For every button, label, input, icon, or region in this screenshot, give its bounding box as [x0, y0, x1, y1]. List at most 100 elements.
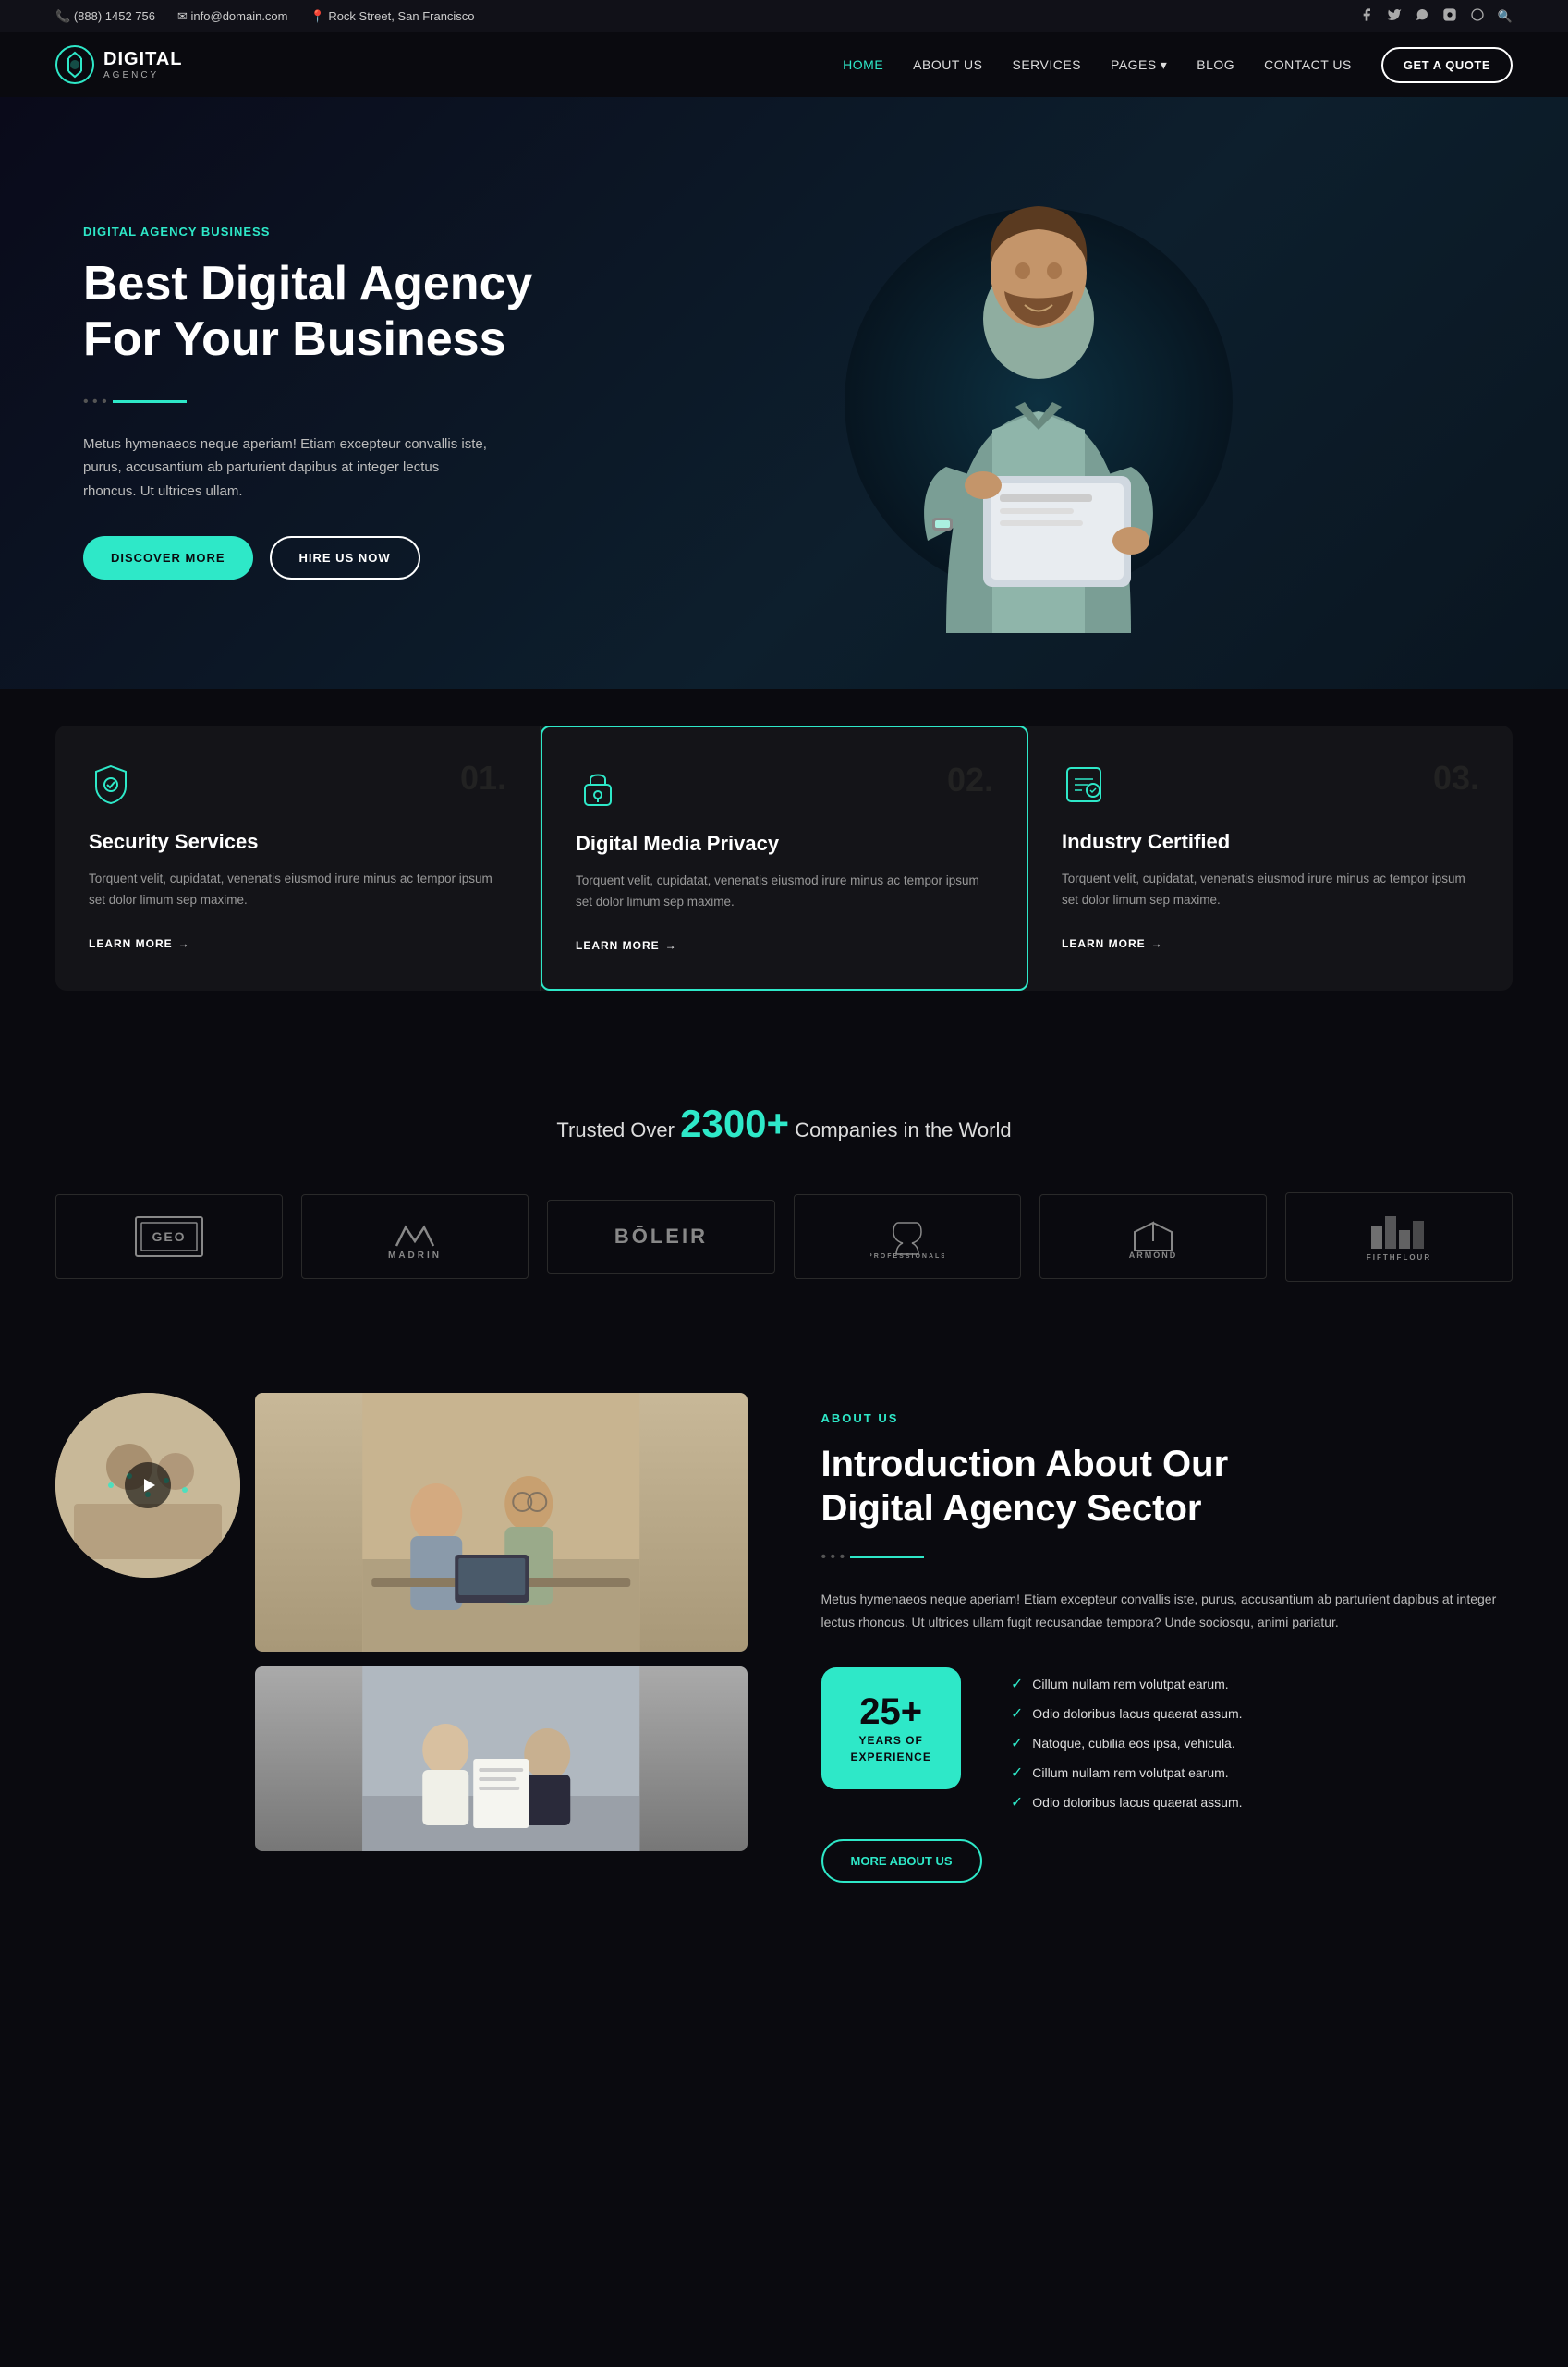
- pinterest-icon[interactable]: [1470, 7, 1485, 25]
- divider-line: [113, 400, 187, 403]
- service-num-2: 02.: [947, 761, 993, 799]
- service-desc-2: Torquent velit, cupidatat, venenatis eiu…: [576, 871, 993, 913]
- top-bar-contact: 📞 (888) 1452 756 ✉ info@domain.com 📍 Roc…: [55, 9, 475, 24]
- service-title-3: Industry Certified: [1062, 830, 1479, 854]
- feature-text-4: Cillum nullam rem volutpat earum.: [1032, 1765, 1228, 1780]
- logo[interactable]: DIGITAL AGENCY: [55, 45, 183, 84]
- feature-4: ✓ Cillum nullam rem volutpat earum.: [1011, 1763, 1243, 1782]
- trusted-title: Trusted Over 2300+ Companies in the Worl…: [55, 1102, 1513, 1146]
- whatsapp-icon[interactable]: [1415, 7, 1429, 25]
- hero-description: Metus hymenaeos neque aperiam! Etiam exc…: [83, 433, 490, 504]
- service-num-1: 01.: [460, 759, 506, 798]
- instagram-icon[interactable]: [1442, 7, 1457, 25]
- service-link-1[interactable]: LEARN MORE →: [89, 937, 506, 950]
- brand-logos: GEO MADRIN BŌLEIR PROFESSIONALS: [55, 1192, 1513, 1282]
- email-icon: ✉: [177, 9, 188, 23]
- nav-pages[interactable]: PAGES ▾: [1111, 57, 1167, 73]
- experience-label-line1: YEARS OF: [859, 1734, 923, 1747]
- nav-blog[interactable]: BLOG: [1197, 57, 1234, 72]
- feature-2: ✓ Odio doloribus lacus quaerat assum.: [1011, 1704, 1243, 1723]
- hero-section: DIGITAL AGENCY BUSINESS Best Digital Age…: [0, 97, 1568, 689]
- hero-content: DIGITAL AGENCY BUSINESS Best Digital Age…: [83, 225, 564, 580]
- header: DIGITAL AGENCY HOME ABOUT US SERVICES PA…: [0, 32, 1568, 97]
- check-icon-5: ✓: [1011, 1793, 1023, 1812]
- nav-contact[interactable]: CONTACT US: [1264, 57, 1352, 72]
- more-about-button[interactable]: MORE ABOUT US: [821, 1839, 982, 1883]
- divider-dots: • • •: [83, 394, 107, 410]
- about-img-circle: [55, 1393, 240, 1578]
- search-icon[interactable]: 🔍: [1498, 9, 1513, 24]
- service-link-3[interactable]: LEARN MORE →: [1062, 937, 1479, 950]
- hire-us-button[interactable]: HIRE US NOW: [270, 536, 420, 580]
- main-nav: HOME ABOUT US SERVICES PAGES ▾ BLOG CONT…: [843, 47, 1513, 83]
- check-icon-2: ✓: [1011, 1704, 1023, 1723]
- feature-text-5: Odio doloribus lacus quaerat assum.: [1032, 1795, 1242, 1810]
- service-card-3: 03. Industry Certified Torquent velit, c…: [1028, 726, 1513, 991]
- chevron-down-icon: ▾: [1161, 57, 1168, 73]
- experience-stats: 25+ YEARS OF EXPERIENCE: [821, 1667, 961, 1789]
- check-icon-1: ✓: [1011, 1675, 1023, 1693]
- service-title-1: Security Services: [89, 830, 506, 854]
- service-num-3: 03.: [1433, 759, 1479, 798]
- nav-about[interactable]: ABOUT US: [913, 57, 982, 72]
- service-card-1: 01. Security Services Torquent velit, cu…: [55, 726, 541, 991]
- feature-1: ✓ Cillum nullam rem volutpat earum.: [1011, 1675, 1243, 1693]
- hero-title: Best Digital Agency For Your Business: [83, 257, 564, 368]
- about-img-column: [255, 1393, 748, 1851]
- address-text: Rock Street, San Francisco: [328, 9, 474, 23]
- svg-text:FIFTHFLOUR: FIFTHFLOUR: [1367, 1253, 1431, 1262]
- svg-text:MADRIN: MADRIN: [388, 1251, 442, 1260]
- hero-title-line1: Best Digital Agency: [83, 257, 532, 311]
- feature-3: ✓ Natoque, cubilia eos ipsa, vehicula.: [1011, 1734, 1243, 1752]
- arrow-right-icon-2: →: [665, 939, 677, 952]
- about-section: ABOUT US Introduction About Our Digital …: [0, 1337, 1568, 1938]
- hero-subtitle: DIGITAL AGENCY BUSINESS: [83, 225, 564, 238]
- about-top-svg: [255, 1393, 748, 1652]
- brand-armond: ARMOND: [1039, 1194, 1267, 1279]
- feature-5: ✓ Odio doloribus lacus quaerat assum.: [1011, 1793, 1243, 1812]
- svg-text:ARMOND: ARMOND: [1129, 1251, 1178, 1260]
- hero-title-line2: For Your Business: [83, 312, 506, 366]
- email-info: ✉ info@domain.com: [177, 9, 288, 24]
- about-img-bottom: [255, 1666, 748, 1851]
- about-divider: • • •: [821, 1549, 1513, 1566]
- nav-services[interactable]: SERVICES: [1012, 57, 1081, 72]
- about-bottom-svg: [255, 1666, 748, 1851]
- service-link-2[interactable]: LEARN MORE →: [576, 939, 993, 952]
- experience-number: 25+: [859, 1693, 922, 1730]
- about-img-top: [255, 1393, 748, 1652]
- feature-text-1: Cillum nullam rem volutpat earum.: [1032, 1677, 1228, 1691]
- facebook-icon[interactable]: [1359, 7, 1374, 25]
- about-divider-line: [850, 1556, 924, 1558]
- services-section: 01. Security Services Torquent velit, cu…: [0, 689, 1568, 1046]
- quote-button[interactable]: GET A QUOTE: [1381, 47, 1513, 83]
- discover-more-button[interactable]: DISCOVER MORE: [83, 536, 253, 580]
- about-label: ABOUT US: [821, 1411, 1513, 1425]
- brand-geo: GEO: [55, 1194, 283, 1279]
- about-images: [55, 1393, 748, 1851]
- hero-person-svg: [854, 189, 1223, 633]
- hero-buttons: DISCOVER MORE HIRE US NOW: [83, 536, 564, 580]
- trusted-suffix: Companies in the World: [795, 1118, 1011, 1141]
- feature-text-2: Odio doloribus lacus quaerat assum.: [1032, 1706, 1242, 1721]
- svg-text:GEO: GEO: [152, 1229, 187, 1244]
- twitter-icon[interactable]: [1387, 7, 1402, 25]
- lock-service-icon: [576, 764, 993, 813]
- brand-boleir: BŌLEIR: [547, 1200, 774, 1274]
- location-icon: 📍: [310, 9, 325, 23]
- hero-divider: • • •: [83, 394, 564, 410]
- service-desc-1: Torquent velit, cupidatat, venenatis eiu…: [89, 869, 506, 911]
- hero-circle-container: [808, 171, 1270, 633]
- nav-home[interactable]: HOME: [843, 57, 883, 72]
- phone-number: (888) 1452 756: [74, 9, 155, 23]
- svg-text:PROFESSIONALS: PROFESSIONALS: [870, 1253, 944, 1260]
- email-address: info@domain.com: [191, 9, 288, 23]
- service-card-2: 02. Digital Media Privacy Torquent velit…: [541, 726, 1028, 991]
- top-bar: 📞 (888) 1452 756 ✉ info@domain.com 📍 Roc…: [0, 0, 1568, 32]
- about-features: ✓ Cillum nullam rem volutpat earum. ✓ Od…: [1011, 1675, 1243, 1812]
- phone-icon: 📞: [55, 9, 70, 23]
- brand-madrin: MADRIN: [301, 1194, 529, 1279]
- phone-info: 📞 (888) 1452 756: [55, 9, 155, 24]
- hero-image: [564, 171, 1513, 633]
- play-button[interactable]: [125, 1462, 171, 1508]
